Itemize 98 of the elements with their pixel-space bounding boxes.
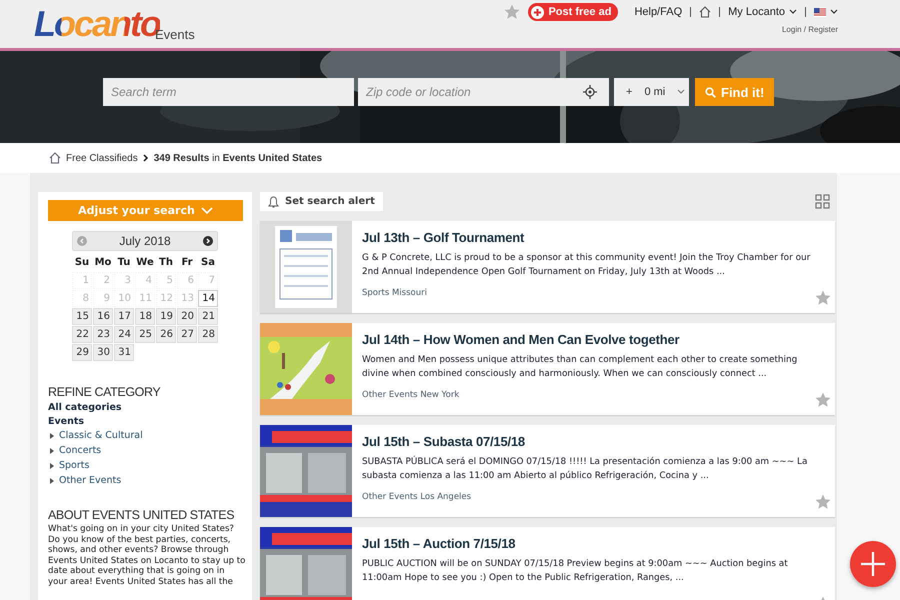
grid-view-icon[interactable] <box>815 194 830 209</box>
home-link[interactable]: Free Classifieds <box>66 152 138 164</box>
calendar-day[interactable]: 21 <box>198 308 218 325</box>
search-alert-button[interactable]: Set search alert <box>260 192 383 211</box>
category-link[interactable]: Concerts <box>59 445 102 456</box>
calendar-day[interactable]: 30 <box>93 344 113 361</box>
listing-card[interactable] <box>260 323 835 415</box>
results-summary: 349 Results in Events United States <box>154 152 322 164</box>
weekday-label: Su <box>74 256 90 270</box>
calendar-day[interactable]: 19 <box>156 308 176 325</box>
category-link[interactable]: Events <box>48 416 242 427</box>
calendar-day[interactable]: 25 <box>135 326 155 343</box>
bullet-icon <box>50 462 54 468</box>
star-icon[interactable] <box>815 392 831 408</box>
weekday-label: Mo <box>94 256 112 270</box>
listing-location: Other Events Los Angeles <box>362 492 472 502</box>
post-ad-button[interactable]: Post free ad <box>528 3 618 21</box>
calendar-day[interactable]: 27 <box>177 326 197 343</box>
listing-title[interactable]: Jul 15th – Subasta 07/15/18 <box>362 434 825 449</box>
chevron-down-icon <box>830 9 838 15</box>
weekday-label: Tu <box>116 256 132 270</box>
weekday-label: Sa <box>200 256 216 270</box>
bullet-icon <box>50 478 54 484</box>
calendar-day: 3 <box>114 272 134 289</box>
bell-icon <box>268 196 279 208</box>
calendar-day: 1 <box>72 272 92 289</box>
calendar-day[interactable]: 28 <box>198 326 218 343</box>
location-field[interactable]: Zip code or location <box>358 78 609 106</box>
about-text: What's going on in your city United States? Do you know of the best parties, concerts, shows, and other events? Browse through Events United States on Locanto to stay up to date about everything that is going on in your area! Events United States has all the <box>48 524 246 587</box>
listing-location: Other Events New York <box>362 390 460 400</box>
account-menu[interactable]: My Locanto <box>728 6 797 18</box>
category-link[interactable]: Classic & Cultural <box>59 430 143 441</box>
calendar-day[interactable]: 22 <box>72 326 92 343</box>
listing-card[interactable] <box>260 221 835 313</box>
calendar-day[interactable]: 18 <box>135 308 155 325</box>
listing-title[interactable]: Jul 15th – Auction 7/15/18 <box>362 536 825 551</box>
add-button[interactable] <box>850 541 896 587</box>
calendar-day: 10 <box>114 290 134 307</box>
star-icon[interactable] <box>504 4 520 20</box>
listing-card[interactable] <box>260 425 835 517</box>
calendar-day: 5 <box>156 272 176 289</box>
flag-icon <box>814 8 826 16</box>
star-icon[interactable] <box>815 290 831 306</box>
calendar-day: 13 <box>177 290 197 307</box>
calendar-day[interactable]: 14 <box>198 290 218 307</box>
language-menu[interactable] <box>814 8 838 16</box>
search-field[interactable]: Search term <box>103 78 354 106</box>
bullet-icon <box>50 448 54 454</box>
listing-title[interactable]: Jul 13th – Golf Tournament <box>362 230 825 245</box>
plus-icon <box>860 551 886 577</box>
radius-select[interactable]: + 0 mi <box>614 78 689 106</box>
section-heading: ABOUT EVENTS UNITED STATES <box>48 508 236 522</box>
category-link[interactable]: Sports <box>59 460 90 471</box>
calendar-day: 2 <box>93 272 113 289</box>
next-month-icon[interactable] <box>203 236 213 246</box>
calendar-month: July 2018 <box>119 234 171 248</box>
chevron-down-icon <box>789 9 797 15</box>
calendar-day[interactable]: 29 <box>72 344 92 361</box>
calendar-day: 12 <box>156 290 176 307</box>
star-icon[interactable] <box>815 494 831 510</box>
weekday-label: Th <box>158 256 174 270</box>
calendar-day[interactable]: 17 <box>114 308 134 325</box>
calendar-day[interactable]: 23 <box>93 326 113 343</box>
chevron-down-icon <box>677 89 686 95</box>
chevron-down-icon <box>200 206 213 214</box>
calendar-day[interactable]: 15 <box>72 308 92 325</box>
section-heading: REFINE CATEGORY <box>48 385 162 399</box>
listing-title[interactable]: Jul 14th – How Women and Men Can Evolve together <box>362 332 825 347</box>
category-link[interactable]: Other Events <box>59 475 122 486</box>
locate-icon[interactable] <box>583 85 597 99</box>
listing-description: G & P Concrete, LLC is proud to be a sponsor at this community event! Join the Troy Chamber for our 2nd Annual Independence Open Golf Tournament on Friday, July 13th at Woods ... <box>362 252 812 279</box>
calendar-day[interactable]: 24 <box>114 326 134 343</box>
home-icon[interactable] <box>699 6 712 18</box>
listing-description: Women and Men possess unique attributes than can complement each other to create something divine when combined consciously and harmoniously. When we can consciously connect ... <box>362 354 798 381</box>
calendar-day: 8 <box>72 290 92 307</box>
listing-description: SUBASTA PÚBLICA será el DOMINGO 07/15/18 !!!!! La presentación comienza a las 9:00 am ~~~ La subasta comienza a las 11:00 am Abierto al público Refrigeración, Cocina y ... <box>362 455 808 483</box>
help-link[interactable]: Help/FAQ <box>634 6 682 18</box>
listing-card[interactable]: Jul 15th – Auction 7/15/18 PUBLIC AUCTION will be on SUNDAY 07/15/18 Preview begins at 9:00am ~~~ Auction begins at 11:00am Hope to see you :) Open to the Public Refrigeration, Ranges, ... <box>260 527 835 600</box>
weekday-label: Fr <box>180 256 194 270</box>
weekday-label: We <box>135 256 155 270</box>
calendar-day: 11 <box>135 290 155 307</box>
search-icon <box>705 86 716 98</box>
calendar-day[interactable]: 31 <box>114 344 134 361</box>
calendar-day[interactable]: 16 <box>93 308 113 325</box>
chevron-right-icon <box>142 154 149 162</box>
login-link[interactable]: Login / Register <box>782 25 838 34</box>
category-link[interactable]: All categories <box>48 402 242 413</box>
bullet-icon <box>50 432 54 438</box>
plus-icon <box>531 6 544 18</box>
home-icon[interactable] <box>49 152 61 164</box>
calendar-day: 9 <box>93 290 113 307</box>
calendar-day[interactable]: 20 <box>177 308 197 325</box>
calendar-day: 6 <box>177 272 197 289</box>
listing-location: Sports Missouri <box>362 288 428 298</box>
calendar-day: 7 <box>198 272 218 289</box>
calendar-day: 4 <box>135 272 155 289</box>
listing-description: PUBLIC AUCTION will be on SUNDAY 07/15/18 Preview begins at 9:00am ~~~ Auction begins at 11:00am Hope to see you :) Open to the Public Refrigeration, Ranges, ... <box>362 558 789 585</box>
calendar-day[interactable]: 26 <box>156 326 176 343</box>
